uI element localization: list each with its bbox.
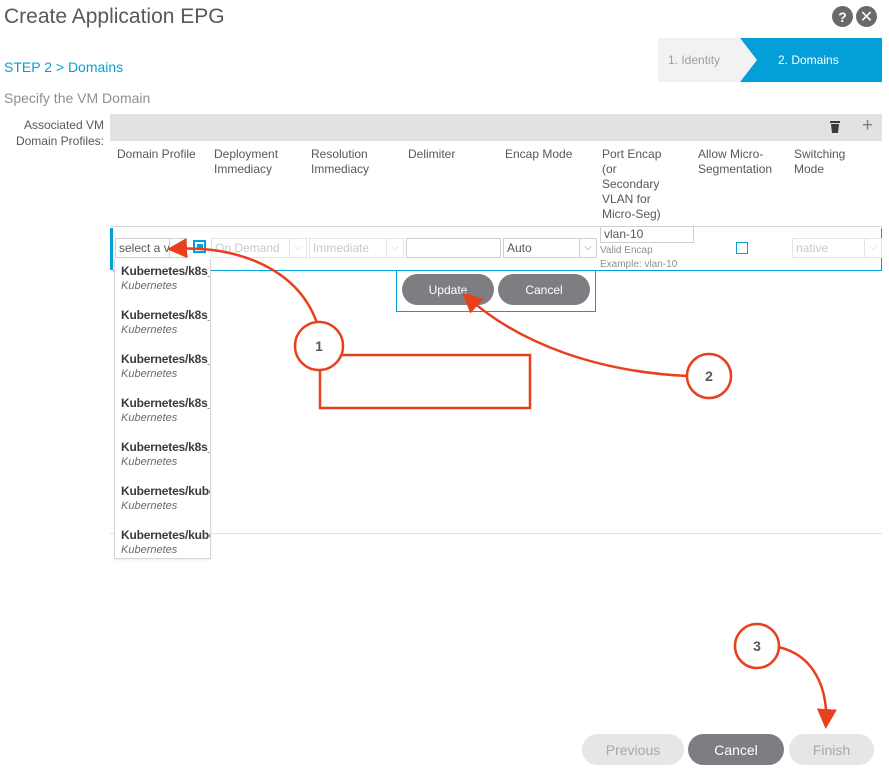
section-subtitle: Specify the VM Domain	[4, 90, 151, 106]
callout-marker	[293, 320, 345, 372]
grid-toolbar	[110, 114, 882, 141]
resolution-immediacy-select: Immediate ⌵	[309, 238, 404, 258]
encap-mode-select[interactable]: Auto ⌵	[503, 238, 597, 258]
option-name: Kubernetes/k8s_	[121, 440, 211, 454]
chevron-down-icon: ⌵	[386, 239, 403, 257]
deployment-immediacy-value: On Demand	[215, 241, 280, 255]
callout-number: 2	[705, 368, 713, 384]
dropdown-option[interactable]: Kubernetes/kube Kubernetes	[121, 484, 211, 512]
wizard-step-identity[interactable]: 1. Identity	[658, 38, 758, 82]
allow-micro-segmentation-checkbox[interactable]	[736, 242, 748, 254]
dropdown-option[interactable]: Kubernetes/k8s_ Kubernetes	[121, 396, 211, 424]
option-type: Kubernetes	[121, 324, 178, 336]
option-type: Kubernetes	[121, 500, 178, 512]
deployment-immediacy-select: On Demand ⌵	[211, 238, 307, 258]
domain-profile-dropdown[interactable]: Kubernetes/k8s_ Kubernetes Kubernetes/k8…	[114, 259, 211, 559]
chevron-down-icon: ⌵	[289, 239, 306, 257]
dropdown-option[interactable]: Kubernetes/k8s_ Kubernetes	[121, 308, 211, 336]
option-name: Kubernetes/k8s_	[121, 264, 211, 278]
option-type: Kubernetes	[121, 544, 178, 556]
col-delimiter: Delimiter	[408, 147, 456, 161]
external-link-icon[interactable]	[193, 240, 206, 253]
encap-mode-value: Auto	[507, 241, 532, 255]
dropdown-option[interactable]: Kubernetes/k8s_ Kubernetes	[121, 264, 211, 292]
port-encap-hint: Valid Encap	[600, 245, 653, 256]
callout-number: 1	[315, 338, 323, 354]
col-allow-micro-segmentation: Allow Micro-Segmentation	[698, 147, 773, 176]
chevron-down-icon[interactable]: ⌵	[169, 239, 186, 257]
callout-box	[318, 353, 532, 410]
header-divider	[110, 226, 882, 227]
step-label: STEP 2 > Domains	[4, 59, 124, 75]
dropdown-option[interactable]: Kubernetes/k8s_ Kubernetes	[121, 440, 211, 468]
col-switching-mode: Switching Mode	[794, 147, 846, 176]
callout-number: 3	[753, 638, 761, 654]
option-type: Kubernetes	[121, 456, 178, 468]
option-name: Kubernetes/k8s_	[121, 308, 211, 322]
delimiter-input[interactable]	[406, 238, 501, 258]
switching-mode-value: native	[796, 241, 829, 255]
update-button[interactable]: Update	[402, 274, 494, 305]
domain-profile-placeholder: select a v	[119, 241, 170, 255]
col-domain-profile: Domain Profile	[117, 147, 196, 161]
col-deployment-immediacy: Deployment Immediacy	[214, 147, 279, 176]
callout-arrow	[777, 645, 837, 729]
resolution-immediacy-value: Immediate	[313, 241, 370, 255]
callout-marker	[685, 352, 733, 400]
previous-button[interactable]: Previous	[582, 734, 684, 765]
field-label-vm-domain-profiles: Associated VM Domain Profiles:	[15, 118, 104, 148]
col-encap-mode: Encap Mode	[505, 147, 573, 161]
option-type: Kubernetes	[121, 280, 178, 292]
option-name: Kubernetes/k8s_	[121, 352, 211, 366]
trash-icon[interactable]	[830, 121, 840, 133]
edit-row-marker	[110, 228, 113, 270]
cancel-button[interactable]: Cancel	[688, 734, 784, 765]
chevron-down-icon: ⌵	[864, 239, 881, 257]
option-name: Kubernetes/kube	[121, 528, 211, 542]
col-resolution-immediacy: Resolution Immediacy	[311, 147, 370, 176]
close-icon[interactable]: ✕	[856, 6, 877, 27]
domain-profile-select[interactable]: select a v ⌵	[115, 238, 187, 258]
wizard-step-domains[interactable]: 2. Domains	[740, 38, 882, 82]
chevron-down-icon[interactable]: ⌵	[579, 239, 596, 257]
row-cancel-button[interactable]: Cancel	[498, 274, 590, 305]
help-icon[interactable]: ?	[832, 6, 853, 27]
port-encap-example: Example: vlan-10	[600, 259, 678, 270]
port-encap-input[interactable]: vlan-10	[600, 226, 694, 243]
grid-bottom-border	[211, 533, 882, 534]
callout-marker	[733, 622, 781, 670]
option-name: Kubernetes/kube	[121, 484, 211, 498]
switching-mode-select: native ⌵	[792, 238, 882, 258]
finish-button[interactable]: Finish	[789, 734, 874, 765]
dialog-title: Create Application EPG	[4, 5, 225, 28]
option-type: Kubernetes	[121, 368, 178, 380]
dropdown-option[interactable]: Kubernetes/kube Kubernetes	[121, 528, 211, 556]
add-icon[interactable]: +	[862, 116, 873, 136]
option-type: Kubernetes	[121, 412, 178, 424]
col-port-encap: Port Encap (or Secondary VLAN for Micro-…	[602, 147, 662, 221]
option-name: Kubernetes/k8s_	[121, 396, 211, 410]
dropdown-option[interactable]: Kubernetes/k8s_ Kubernetes	[121, 352, 211, 380]
